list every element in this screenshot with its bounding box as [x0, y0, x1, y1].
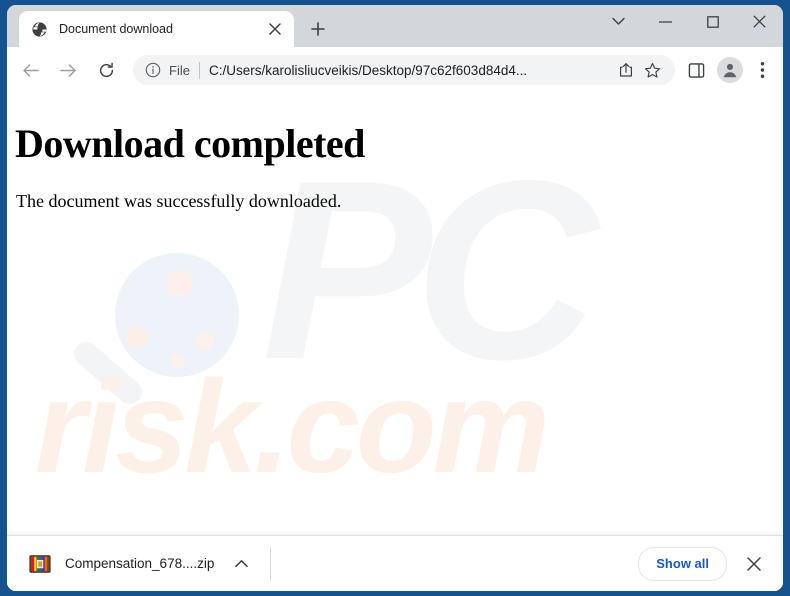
side-panel-icon[interactable]: [681, 55, 711, 85]
show-all-button[interactable]: Show all: [638, 546, 727, 581]
share-icon[interactable]: [613, 57, 639, 83]
address-bar[interactable]: File C:/Users/karolisliucveikis/Desktop/…: [133, 55, 675, 85]
profile-avatar[interactable]: [717, 57, 743, 83]
page-viewport: PC risk.com Download completed The docum…: [7, 93, 783, 591]
close-download-shelf-button[interactable]: [739, 549, 769, 579]
download-item[interactable]: Compensation_678....zip: [23, 544, 260, 584]
three-dot-menu-icon[interactable]: [747, 55, 777, 85]
browser-toolbar: File C:/Users/karolisliucveikis/Desktop/…: [7, 47, 783, 93]
page-paragraph: The document was successfully downloaded…: [16, 191, 342, 211]
back-button[interactable]: [15, 55, 45, 85]
browser-window: Document download File C:/Users/karolisl…: [7, 5, 783, 591]
window-frame: Document download File C:/Users/karolisl…: [0, 0, 790, 596]
tab-search-chevron-down-icon[interactable]: [595, 5, 642, 38]
window-controls: [595, 5, 783, 45]
globe-icon: [31, 21, 48, 38]
star-icon[interactable]: [639, 57, 665, 83]
reload-button[interactable]: [91, 55, 121, 85]
page-title: Download completed: [15, 121, 365, 166]
winrar-archive-icon: [29, 553, 51, 575]
tab-title: Document download: [59, 22, 173, 36]
shelf-separator: [270, 546, 272, 581]
maximize-button[interactable]: [689, 5, 736, 38]
minimize-button[interactable]: [642, 5, 689, 38]
download-shelf: Compensation_678....zip Show all: [7, 535, 783, 591]
close-window-button[interactable]: [736, 5, 783, 38]
download-filename: Compensation_678....zip: [65, 556, 215, 571]
forward-button[interactable]: [53, 55, 83, 85]
new-tab-button[interactable]: [304, 16, 332, 42]
tab-strip: Document download: [7, 5, 783, 47]
address-bar-url-text[interactable]: C:/Users/karolisliucveikis/Desktop/97c62…: [209, 63, 613, 78]
chevron-up-icon[interactable]: [228, 551, 254, 577]
tab-close-icon[interactable]: [264, 18, 286, 40]
info-circle-icon[interactable]: [145, 62, 161, 78]
browser-tab-document-download[interactable]: Document download: [19, 11, 294, 47]
address-bar-divider: [198, 61, 200, 79]
address-bar-scheme-label: File: [169, 62, 190, 78]
page-content: Download completed The document was succ…: [7, 93, 783, 591]
